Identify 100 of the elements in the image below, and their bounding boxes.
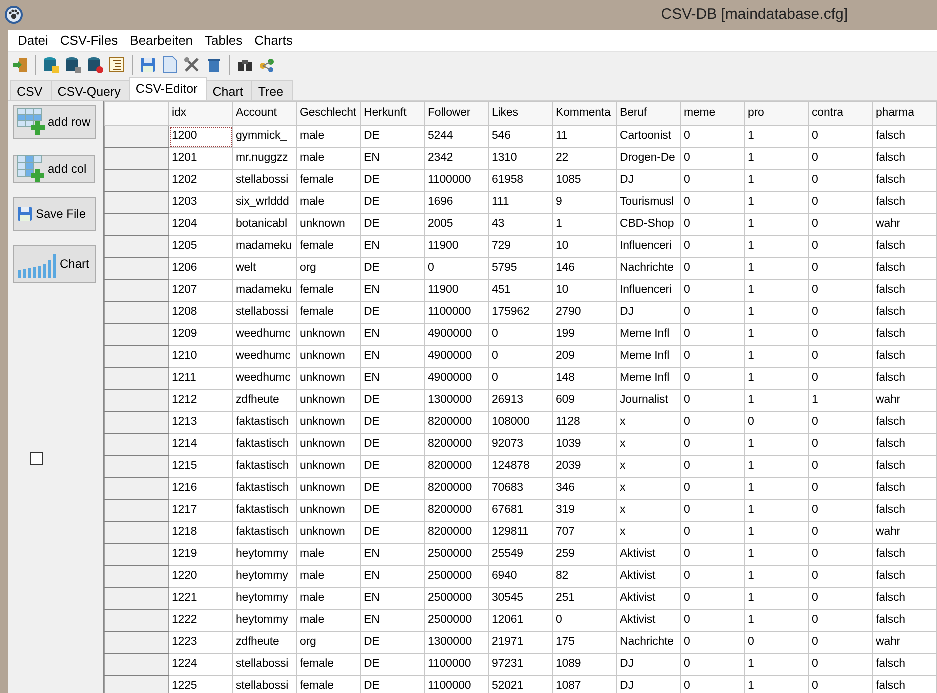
table-cell[interactable]: male bbox=[296, 588, 360, 610]
row-header[interactable] bbox=[104, 566, 168, 588]
table-cell[interactable]: 0 bbox=[680, 610, 744, 632]
table-cell[interactable]: stellabossi bbox=[232, 302, 296, 324]
table-cell[interactable]: falsch bbox=[872, 566, 936, 588]
table-cell[interactable]: 0 bbox=[808, 500, 872, 522]
table-cell[interactable]: falsch bbox=[872, 302, 936, 324]
row-header[interactable] bbox=[104, 192, 168, 214]
table-cell[interactable]: 1 bbox=[744, 324, 808, 346]
table-cell[interactable]: 1 bbox=[744, 610, 808, 632]
table-cell[interactable]: EN bbox=[360, 280, 424, 302]
row-header[interactable] bbox=[104, 456, 168, 478]
table-cell[interactable]: 209 bbox=[552, 346, 616, 368]
table-cell[interactable]: falsch bbox=[872, 588, 936, 610]
table-cell[interactable]: 0 bbox=[488, 324, 552, 346]
table-cell[interactable]: 0 bbox=[680, 148, 744, 170]
table-cell[interactable]: Cartoonist bbox=[616, 126, 680, 148]
table-cell[interactable]: DE bbox=[360, 632, 424, 654]
table-cell[interactable]: falsch bbox=[872, 412, 936, 434]
table-cell[interactable]: botanicabl bbox=[232, 214, 296, 236]
table-cell[interactable]: 0 bbox=[808, 258, 872, 280]
table-cell[interactable]: DE bbox=[360, 456, 424, 478]
table-cell[interactable]: 0 bbox=[808, 192, 872, 214]
table-cell[interactable]: heytommy bbox=[232, 566, 296, 588]
table-cell[interactable]: 1202 bbox=[168, 170, 232, 192]
table-cell[interactable]: unknown bbox=[296, 500, 360, 522]
trash-icon[interactable] bbox=[205, 56, 223, 74]
document-icon[interactable] bbox=[161, 56, 179, 74]
table-cell[interactable]: EN bbox=[360, 148, 424, 170]
table-cell[interactable]: 0 bbox=[808, 412, 872, 434]
table-cell[interactable]: 1 bbox=[744, 148, 808, 170]
table-cell[interactable]: 5795 bbox=[488, 258, 552, 280]
table-cell[interactable]: falsch bbox=[872, 368, 936, 390]
table-cell[interactable]: 0 bbox=[808, 632, 872, 654]
row-header[interactable] bbox=[104, 632, 168, 654]
table-cell[interactable]: 97231 bbox=[488, 654, 552, 676]
table-cell[interactable]: 1 bbox=[744, 478, 808, 500]
menu-item[interactable]: Datei bbox=[12, 28, 54, 52]
table-cell[interactable]: DE bbox=[360, 192, 424, 214]
column-header[interactable]: contra bbox=[808, 102, 872, 126]
table-cell[interactable]: EN bbox=[360, 566, 424, 588]
tab[interactable]: Tree bbox=[251, 80, 293, 100]
table-cell[interactable]: Aktivist bbox=[616, 610, 680, 632]
table-cell[interactable]: falsch bbox=[872, 456, 936, 478]
database-icon[interactable] bbox=[42, 56, 60, 74]
table-cell[interactable]: 92073 bbox=[488, 434, 552, 456]
table-cell[interactable]: 0 bbox=[808, 478, 872, 500]
chart-button[interactable]: Chart bbox=[13, 245, 96, 283]
table-cell[interactable]: 0 bbox=[680, 302, 744, 324]
table-cell[interactable]: 21971 bbox=[488, 632, 552, 654]
table-cell[interactable]: DE bbox=[360, 126, 424, 148]
table-cell[interactable]: male bbox=[296, 192, 360, 214]
table-cell[interactable]: 1217 bbox=[168, 500, 232, 522]
table-cell[interactable]: heytommy bbox=[232, 544, 296, 566]
table-cell[interactable]: falsch bbox=[872, 170, 936, 192]
table-cell[interactable]: male bbox=[296, 148, 360, 170]
table-cell[interactable]: 1218 bbox=[168, 522, 232, 544]
table-cell[interactable]: DE bbox=[360, 654, 424, 676]
table-cell[interactable]: 451 bbox=[488, 280, 552, 302]
tools-icon[interactable] bbox=[183, 56, 201, 74]
table-cell[interactable]: 175962 bbox=[488, 302, 552, 324]
table-cell[interactable]: 1100000 bbox=[424, 654, 488, 676]
add-column-button[interactable]: add col bbox=[13, 155, 95, 183]
table-cell[interactable]: 1085 bbox=[552, 170, 616, 192]
table-cell[interactable]: 1 bbox=[744, 258, 808, 280]
table-cell[interactable]: heytommy bbox=[232, 588, 296, 610]
table-cell[interactable]: 1201 bbox=[168, 148, 232, 170]
table-cell[interactable]: 1128 bbox=[552, 412, 616, 434]
table-cell[interactable]: madameku bbox=[232, 236, 296, 258]
table-cell[interactable]: Journalist bbox=[616, 390, 680, 412]
table-cell[interactable]: weedhumc bbox=[232, 346, 296, 368]
table-cell[interactable]: DE bbox=[360, 500, 424, 522]
table-cell[interactable]: falsch bbox=[872, 236, 936, 258]
table-cell[interactable]: 259 bbox=[552, 544, 616, 566]
table-cell[interactable]: unknown bbox=[296, 368, 360, 390]
table-cell[interactable]: 0 bbox=[424, 258, 488, 280]
table-cell[interactable]: 0 bbox=[808, 214, 872, 236]
table-cell[interactable]: 11 bbox=[552, 126, 616, 148]
row-header[interactable] bbox=[104, 390, 168, 412]
table-cell[interactable]: unknown bbox=[296, 434, 360, 456]
table-cell[interactable]: 1300000 bbox=[424, 390, 488, 412]
row-header[interactable] bbox=[104, 434, 168, 456]
table-cell[interactable]: male bbox=[296, 610, 360, 632]
table-cell[interactable]: falsch bbox=[872, 500, 936, 522]
row-header[interactable] bbox=[104, 412, 168, 434]
table-cell[interactable]: Aktivist bbox=[616, 588, 680, 610]
table-cell[interactable]: Meme Infl bbox=[616, 368, 680, 390]
table-cell[interactable]: 1089 bbox=[552, 654, 616, 676]
table-cell[interactable]: wahr bbox=[872, 522, 936, 544]
table-cell[interactable]: Meme Infl bbox=[616, 324, 680, 346]
table-cell[interactable]: 2500000 bbox=[424, 544, 488, 566]
table-cell[interactable]: stellabossi bbox=[232, 170, 296, 192]
table-cell[interactable]: unknown bbox=[296, 346, 360, 368]
table-cell[interactable]: 1209 bbox=[168, 324, 232, 346]
table-cell[interactable]: 1696 bbox=[424, 192, 488, 214]
table-cell[interactable]: 0 bbox=[680, 258, 744, 280]
table-cell[interactable]: falsch bbox=[872, 192, 936, 214]
table-cell[interactable]: falsch bbox=[872, 126, 936, 148]
table-cell[interactable]: 4900000 bbox=[424, 346, 488, 368]
table-cell[interactable]: 8200000 bbox=[424, 522, 488, 544]
